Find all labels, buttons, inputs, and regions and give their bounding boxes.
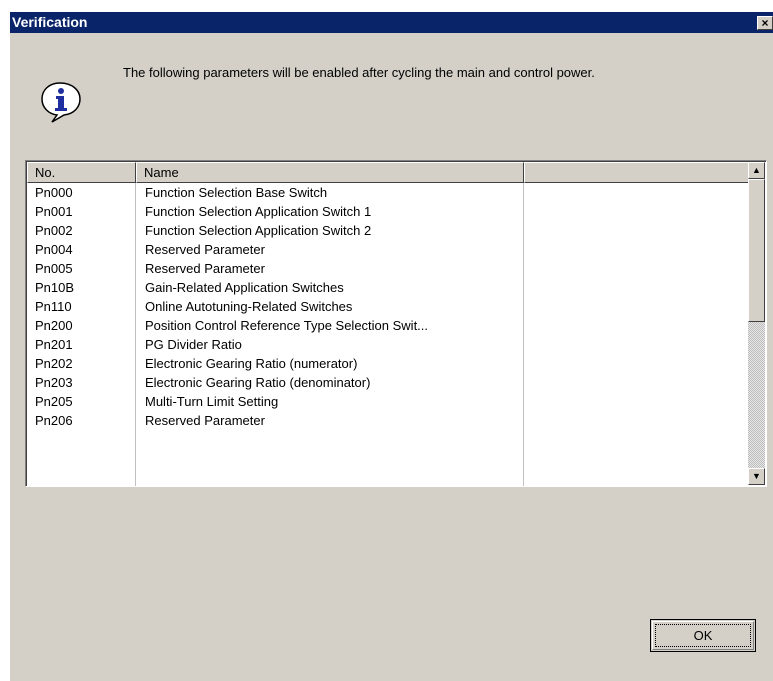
table-row[interactable]: Pn001 Function Selection Application Swit… xyxy=(27,202,749,221)
param-name: PG Divider Ratio xyxy=(145,337,242,352)
ok-button[interactable]: OK xyxy=(650,619,756,652)
table-row[interactable]: Pn005 Reserved Parameter xyxy=(27,259,749,278)
table-body: Pn000 Function Selection Base Switch Pn001… xyxy=(27,183,749,430)
param-name: Electronic Gearing Ratio (denominator) xyxy=(145,375,371,390)
table-row[interactable]: Pn10B Gain-Related Application Switches xyxy=(27,278,749,297)
table-row[interactable]: Pn202 Electronic Gearing Ratio (numerator… xyxy=(27,354,749,373)
column-header-no[interactable]: No. xyxy=(27,162,136,183)
info-icon xyxy=(40,80,84,127)
param-name: Online Autotuning-Related Switches xyxy=(145,299,353,314)
parameter-list[interactable]: No. Name Pn000 Function Selection Base Sw… xyxy=(25,160,767,487)
param-number: Pn000 xyxy=(35,185,73,200)
param-name: Function Selection Application Switch 1 xyxy=(145,204,372,219)
param-name: Multi-Turn Limit Setting xyxy=(145,394,279,409)
param-name: Gain-Related Application Switches xyxy=(145,280,344,295)
param-name: Position Control Reference Type Selectio… xyxy=(145,318,429,333)
param-number: Pn200 xyxy=(35,318,73,333)
param-number: Pn206 xyxy=(35,413,73,428)
param-name: Reserved Parameter xyxy=(145,242,265,257)
param-number: Pn005 xyxy=(35,261,73,276)
column-header-name[interactable]: Name xyxy=(136,162,524,183)
scroll-up-icon[interactable]: ▲ xyxy=(748,162,765,179)
param-number: Pn004 xyxy=(35,242,73,257)
param-name: Function Selection Base Switch xyxy=(145,185,328,200)
table-row[interactable]: Pn206 Reserved Parameter xyxy=(27,411,749,430)
table-row[interactable]: Pn203 Electronic Gearing Ratio (denominat… xyxy=(27,373,749,392)
param-name: Electronic Gearing Ratio (numerator) xyxy=(145,356,358,371)
param-number: Pn202 xyxy=(35,356,73,371)
table-row[interactable]: Pn004 Reserved Parameter xyxy=(27,240,749,259)
param-name: Function Selection Application Switch 2 xyxy=(145,223,372,238)
table-row[interactable]: Pn205 Multi-Turn Limit Setting xyxy=(27,392,749,411)
param-number: Pn001 xyxy=(35,204,73,219)
param-number: Pn110 xyxy=(35,299,72,314)
scroll-down-icon[interactable]: ▼ xyxy=(748,468,765,485)
scroll-thumb[interactable] xyxy=(748,179,765,322)
param-number: Pn002 xyxy=(35,223,73,238)
table-row[interactable]: Pn000 Function Selection Base Switch xyxy=(27,183,749,202)
table-row[interactable]: Pn110 Online Autotuning-Related Switches xyxy=(27,297,749,316)
param-number: Pn205 xyxy=(35,394,73,409)
param-number: Pn201 xyxy=(35,337,73,352)
vertical-scrollbar[interactable]: ▲ ▼ xyxy=(748,162,766,485)
param-number: Pn203 xyxy=(35,375,73,390)
message-text: The following parameters will be enabled… xyxy=(123,65,595,80)
param-number: Pn10B xyxy=(35,280,75,295)
title-bar: Verification × xyxy=(10,12,773,33)
verification-dialog: Verification × The following parameters … xyxy=(9,12,773,681)
param-name: Reserved Parameter xyxy=(145,413,265,428)
close-button[interactable]: × xyxy=(757,16,773,30)
ok-button-label: OK xyxy=(693,628,713,643)
param-name: Reserved Parameter xyxy=(145,261,265,276)
table-row[interactable]: Pn002 Function Selection Application Swit… xyxy=(27,221,749,240)
table-header: No. Name xyxy=(27,162,749,183)
column-header-blank[interactable] xyxy=(524,162,749,183)
dialog-title: Verification xyxy=(12,14,88,30)
table-row[interactable]: Pn201 PG Divider Ratio xyxy=(27,335,749,354)
table-row[interactable]: Pn200 Position Control Reference Type Sel… xyxy=(27,316,749,335)
